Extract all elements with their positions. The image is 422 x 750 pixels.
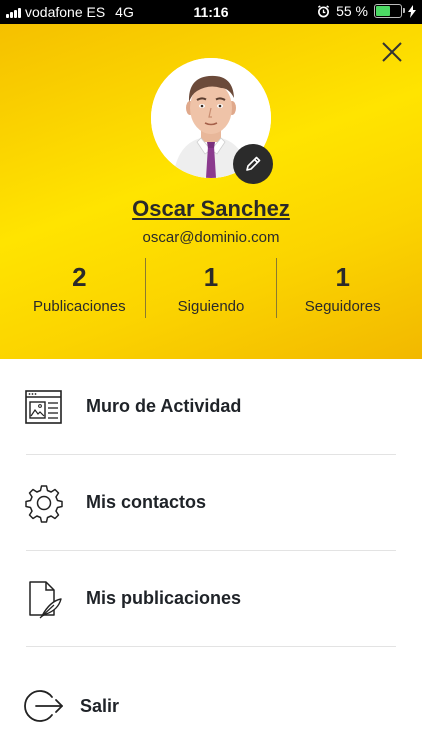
logout-label: Salir [80,696,120,716]
stat-count: 1 [335,262,350,292]
menu-item-activity-wall[interactable]: Muro de Actividad [0,359,422,454]
avatar-container [151,58,273,184]
stat-count: 2 [72,262,87,292]
stat-label: Publicaciones [33,298,126,315]
pencil-icon [246,156,261,171]
menu-item-label: Muro de Actividad [86,396,242,416]
stat-label: Siguiendo [177,298,245,315]
status-right: 55 % [317,3,416,19]
menu-item-contacts[interactable]: Mis contactos [0,455,422,550]
battery-fill [376,6,391,16]
profile-email: oscar@dominio.com [142,229,280,246]
battery-icon [374,4,405,18]
stat-count: 1 [203,262,219,292]
stat-seguidores[interactable]: 1 Seguidores [276,258,408,318]
battery-percent: 55 % [336,3,368,19]
stat-label: Seguidores [304,298,381,315]
profile-name[interactable]: Oscar Sanchez [0,196,422,222]
gear-icon [25,484,63,523]
profile-stats: 2 Publicaciones 1 Siguiendo 1 Seguidores [14,258,408,318]
stat-siguiendo[interactable]: 1 Siguiendo [144,258,277,318]
logout-button[interactable]: Salir [0,658,422,750]
menu-item-my-posts[interactable]: Mis publicaciones [0,551,422,646]
stat-publicaciones[interactable]: 2 Publicaciones [14,258,145,318]
document-feather-icon [29,580,62,618]
status-bar: vodafone ES 4G 11:16 55 % [0,0,422,24]
charging-bolt-icon [408,4,416,18]
edit-profile-button[interactable] [233,144,273,184]
close-icon[interactable] [380,40,404,64]
activity-wall-icon [25,389,62,424]
logout-icon [24,690,63,722]
profile-header: Oscar Sanchez oscar@dominio.com 2 Public… [0,24,422,359]
alarm-icon [318,4,330,17]
menu-item-label: Mis publicaciones [86,588,242,608]
profile-menu: Muro de Actividad Mis contactos Mis publ… [0,359,422,647]
menu-divider [26,646,396,647]
menu-item-label: Mis contactos [86,492,207,512]
